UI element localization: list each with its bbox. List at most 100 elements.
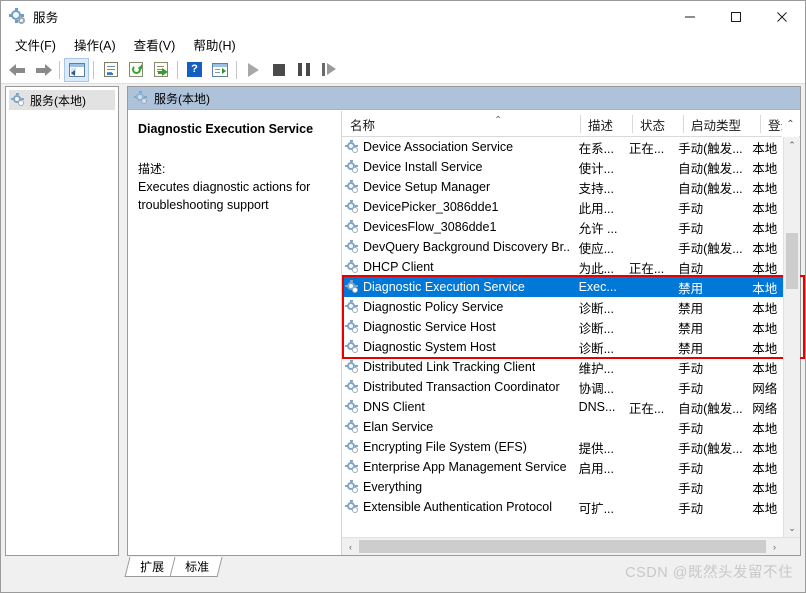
table-row[interactable]: Device Setup Manager 支持... 自动(触发... 本地 <box>342 177 783 197</box>
show-console-icon[interactable] <box>207 58 232 82</box>
services-gear-icon <box>345 480 359 494</box>
cell-description: 启用... <box>578 461 614 476</box>
tab-standard[interactable]: 标准 <box>169 557 223 577</box>
cell-description: 为此... <box>578 261 614 276</box>
menu-action[interactable]: 操作(A) <box>66 33 124 56</box>
cell-log-on-as: 本地 <box>752 461 778 476</box>
scroll-down-button[interactable]: ⌄ <box>784 520 800 537</box>
restart-service-icon[interactable] <box>316 58 341 82</box>
service-name-text: Diagnostic Execution Service <box>363 280 525 294</box>
cell-description: 允许 ... <box>578 221 618 236</box>
tree-item-services-local[interactable]: 服务(本地) <box>9 90 115 110</box>
cell-status: 正在... <box>628 401 665 416</box>
menu-file[interactable]: 文件(F) <box>7 33 64 56</box>
service-name-text: Encrypting File System (EFS) <box>363 440 527 454</box>
cell-description: 支持... <box>578 181 614 196</box>
start-service-icon[interactable] <box>241 58 266 82</box>
services-gear-icon <box>345 200 359 214</box>
table-row[interactable]: DevicesFlow_3086dde1 允许 ... 手动 本地 <box>342 217 783 237</box>
main-body: 服务(本地) 服务(本地) Diagnostic Execution Servi… <box>1 84 805 592</box>
table-row[interactable]: Diagnostic Execution Service Exec... 禁用 本地 <box>342 277 783 297</box>
toolbar-separator <box>177 60 178 79</box>
close-button[interactable] <box>759 1 805 32</box>
table-row[interactable]: DHCP Client 为此... 正在... 自动 本地 <box>342 257 783 277</box>
table-row[interactable]: Enterprise App Management Service 启用... 手动… <box>342 457 783 477</box>
column-header-label: 启动类型 <box>691 118 742 133</box>
refresh-icon[interactable] <box>123 58 148 82</box>
cell-name: Encrypting File System (EFS) <box>342 440 571 454</box>
toolbar: ? <box>1 56 805 84</box>
properties-icon[interactable] <box>98 58 123 82</box>
cell-startup-type: 手动 <box>678 481 704 496</box>
services-gear-icon <box>345 380 359 394</box>
table-row[interactable]: Diagnostic System Host 诊断... 禁用 本地 <box>342 337 783 357</box>
help-icon[interactable]: ? <box>182 58 207 82</box>
vertical-scrollbar-thumb[interactable] <box>786 233 798 289</box>
toolbar-separator <box>59 60 60 79</box>
scroll-right-button[interactable]: › <box>766 538 783 555</box>
table-row[interactable]: Extensible Authentication Protocol 可扩... 手… <box>342 497 783 517</box>
back-arrow-icon[interactable] <box>5 58 30 82</box>
horizontal-scrollbar-thumb[interactable] <box>359 540 766 553</box>
table-row[interactable]: Diagnostic Policy Service 诊断... 禁用 本地 <box>342 297 783 317</box>
service-name-text: DHCP Client <box>363 260 434 274</box>
service-name-text: Distributed Link Tracking Client <box>363 360 536 374</box>
cell-log-on-as: 本地 <box>752 221 778 236</box>
cell-log-on-as: 网络 <box>752 381 778 396</box>
toolbar-separator <box>93 60 94 79</box>
horizontal-scrollbar[interactable]: ‹ › <box>342 537 800 555</box>
column-header-status[interactable]: 状态 <box>632 111 683 137</box>
table-row[interactable]: DevicePicker_3086dde1 此用... 手动 本地 <box>342 197 783 217</box>
table-row[interactable]: DevQuery Background Discovery Br... 使应...… <box>342 237 783 257</box>
watermark-text: CSDN @既然头发留不住 <box>625 565 793 581</box>
cell-startup-type: 自动(触发... <box>678 181 743 196</box>
cell-status: 正在... <box>628 261 665 276</box>
cell-name: Elan Service <box>342 420 571 434</box>
cell-name: DevQuery Background Discovery Br... <box>342 240 571 254</box>
table-row[interactable]: Elan Service 手动 本地 <box>342 417 783 437</box>
column-header-name[interactable]: 名称 ⌃ <box>342 111 580 137</box>
table-row[interactable]: Device Association Service 在系... 正在... 手动(触… <box>342 137 783 157</box>
scroll-up-button[interactable]: ⌃ <box>784 137 800 154</box>
column-header-label: 描述 <box>588 118 614 133</box>
cell-startup-type: 自动(触发... <box>678 401 743 416</box>
pause-service-icon[interactable] <box>291 58 316 82</box>
cell-name: Distributed Transaction Coordinator <box>342 380 571 394</box>
vertical-scrollbar[interactable]: ⌃ ⌄ <box>783 137 800 537</box>
menu-help[interactable]: 帮助(H) <box>185 33 243 56</box>
service-name-text: Device Setup Manager <box>363 180 491 194</box>
cell-description: Exec... <box>578 280 617 294</box>
cell-startup-type: 禁用 <box>678 281 704 296</box>
table-row[interactable]: Everything 手动 本地 <box>342 477 783 497</box>
services-gear-icon <box>345 420 359 434</box>
stop-service-icon[interactable] <box>266 58 291 82</box>
scroll-left-button[interactable]: ‹ <box>342 538 359 555</box>
forward-arrow-icon[interactable] <box>30 58 55 82</box>
column-header-description[interactable]: 描述 <box>580 111 632 137</box>
minimize-button[interactable] <box>667 1 713 32</box>
table-row[interactable]: Encrypting File System (EFS) 提供... 手动(触发..… <box>342 437 783 457</box>
table-row[interactable]: Distributed Transaction Coordinator 协调...… <box>342 377 783 397</box>
service-name-text: Everything <box>363 480 423 494</box>
table-row[interactable]: Distributed Link Tracking Client 维护... 手动 本… <box>342 357 783 377</box>
show-hide-tree-icon[interactable] <box>64 57 89 82</box>
service-name-text: Enterprise App Management Service <box>363 460 567 474</box>
menu-view[interactable]: 查看(V) <box>126 33 184 56</box>
services-gear-icon <box>345 400 359 414</box>
export-list-icon[interactable] <box>148 58 173 82</box>
table-row[interactable]: DNS Client DNS... 正在... 自动(触发... 网络 <box>342 397 783 417</box>
services-gear-icon <box>345 440 359 454</box>
service-name-text: Device Install Service <box>363 160 483 174</box>
maximize-button[interactable] <box>713 1 759 32</box>
tree-item-label: 服务(本地) <box>30 93 86 108</box>
services-gear-icon <box>345 320 359 334</box>
services-gear-icon <box>11 92 25 107</box>
column-header-label: 名称 <box>350 118 376 133</box>
table-row[interactable]: Diagnostic Service Host 诊断... 禁用 本地 <box>342 317 783 337</box>
service-name-text: DNS Client <box>363 400 425 414</box>
column-header-startup-type[interactable]: 启动类型 <box>683 111 760 137</box>
service-name-text: Elan Service <box>363 420 434 434</box>
menu-bar: 文件(F) 操作(A) 查看(V) 帮助(H) <box>1 32 805 56</box>
table-row[interactable]: Device Install Service 使计... 自动(触发... 本地 <box>342 157 783 177</box>
cell-log-on-as: 本地 <box>752 321 778 336</box>
